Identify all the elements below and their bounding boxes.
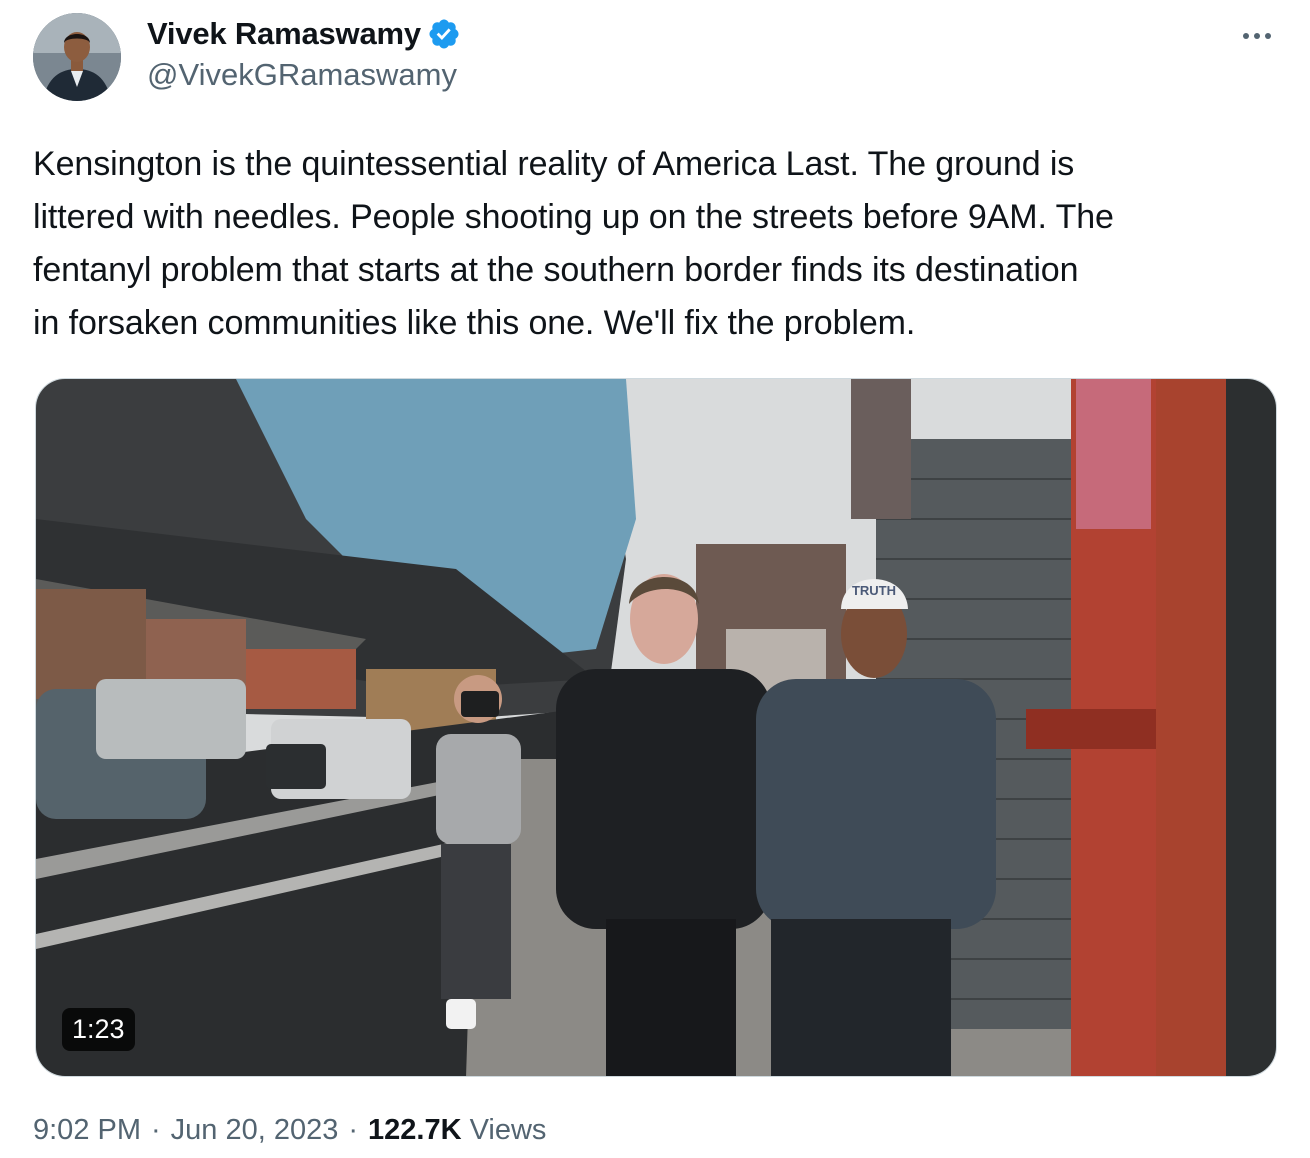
- video-thumbnail: TRUTH: [36, 379, 1276, 1076]
- avatar[interactable]: [33, 13, 121, 101]
- author-handle[interactable]: @VivekGRamaswamy: [147, 57, 457, 93]
- meta-separator: ·: [151, 1114, 161, 1146]
- tweet-text-line: Kensington is the quintessential reality…: [33, 145, 1075, 183]
- tweet-date-link[interactable]: Jun 20, 2023: [171, 1114, 339, 1147]
- tweet-text-line: in forsaken communities like this one. W…: [33, 304, 916, 342]
- more-dot: [1265, 33, 1271, 39]
- video-player[interactable]: TRUTH: [35, 378, 1277, 1077]
- tweet-text-line: fentanyl problem that starts at the sout…: [33, 251, 1079, 289]
- tweet-meta: 9:02 PM · Jun 20, 2023 · 122.7K Views: [33, 1114, 546, 1147]
- tweet-text: Kensington is the quintessential reality…: [33, 138, 1278, 350]
- views-label: Views: [469, 1114, 547, 1146]
- tweet-text-line: littered with needles. People shooting u…: [33, 198, 1114, 236]
- meta-separator: ·: [348, 1114, 359, 1146]
- tweet: Vivek Ramaswamy @VivekGRamaswamy Kensing…: [0, 0, 1310, 1158]
- more-dot: [1254, 33, 1260, 39]
- cap-text: TRUTH: [852, 583, 896, 598]
- more-horizontal-icon: [1243, 33, 1249, 39]
- author-display-name[interactable]: Vivek Ramaswamy: [147, 16, 421, 52]
- video-duration-badge: 1:23: [62, 1008, 135, 1051]
- views-count[interactable]: 122.7K: [368, 1114, 462, 1147]
- verified-badge-icon: [427, 17, 461, 51]
- more-options-button[interactable]: [1232, 16, 1282, 56]
- tweet-time-link[interactable]: 9:02 PM: [33, 1114, 141, 1147]
- author-name-row: Vivek Ramaswamy: [147, 14, 461, 54]
